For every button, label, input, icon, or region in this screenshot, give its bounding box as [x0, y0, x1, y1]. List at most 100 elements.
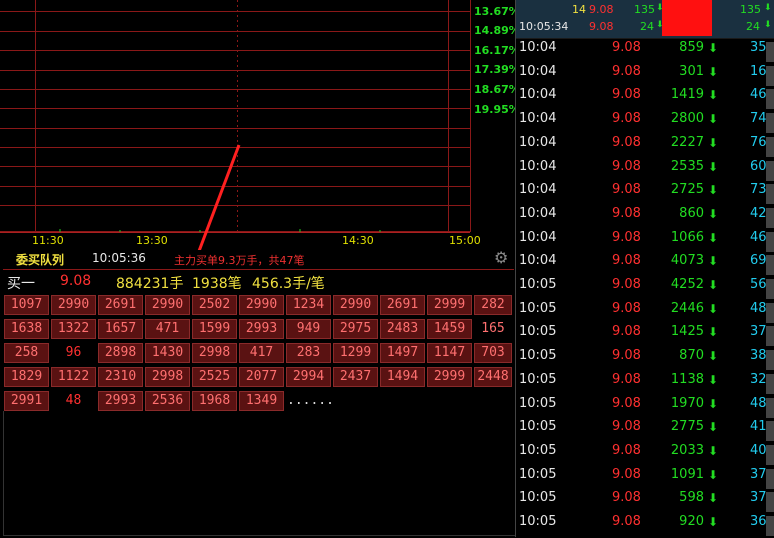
trade-row[interactable]: 10:05 9.08 2446 ⬇ 48: [516, 301, 774, 325]
queue-cell[interactable]: 2999: [427, 295, 472, 315]
divider: [516, 38, 774, 39]
queue-cell[interactable]: 2990: [333, 295, 378, 315]
trade-row[interactable]: 10:04 9.08 859 ⬇ 35: [516, 40, 774, 64]
queue-cell[interactable]: 2691: [98, 295, 143, 315]
queue-cell[interactable]: 2525: [192, 367, 237, 387]
trade-time: 10:04: [519, 63, 557, 79]
bid1-avg: 456.3手/笔: [252, 276, 325, 292]
trade-row[interactable]: 10:05 9.08 920 ⬇ 36: [516, 514, 774, 538]
queue-cell[interactable]: 2990: [51, 295, 96, 315]
queue-cell[interactable]: 1494: [380, 367, 425, 387]
queue-cell[interactable]: 2898: [98, 343, 143, 363]
bid1-label: 买一: [7, 276, 35, 292]
trade-row[interactable]: 10:05 9.08 1091 ⬇ 37: [516, 467, 774, 491]
queue-cell[interactable]: 471: [145, 319, 190, 339]
queue-cell[interactable]: 1968: [192, 391, 237, 411]
down-arrow-icon: ⬇: [708, 372, 719, 387]
down-arrow-icon: ⬇: [708, 301, 719, 316]
trade-row[interactable]: 10:04 9.08 2725 ⬇ 73: [516, 182, 774, 206]
queue-cell[interactable]: 2077: [239, 367, 284, 387]
queue-cell[interactable]: 1497: [380, 343, 425, 363]
queue-cell[interactable]: 1349: [239, 391, 284, 411]
queue-cell[interactable]: 2990: [145, 295, 190, 315]
scroll-edge: [766, 231, 774, 252]
pct-label: 16.17%: [474, 44, 520, 57]
trade-volume: 4073: [670, 253, 704, 269]
trade-row[interactable]: 10:05 9.08 2033 ⬇ 40: [516, 443, 774, 467]
queue-cell[interactable]: 417: [239, 343, 284, 363]
trade-row[interactable]: 10:05 9.08 598 ⬇ 37: [516, 490, 774, 514]
trade-time: 10:05: [519, 490, 557, 506]
trade-row[interactable]: 10:05 9.08 870 ⬇ 38: [516, 348, 774, 372]
queue-cell[interactable]: 283: [286, 343, 331, 363]
queue-cell[interactable]: 48: [51, 391, 96, 411]
queue-cell[interactable]: 2502: [192, 295, 237, 315]
queue-cell[interactable]: 1657: [98, 319, 143, 339]
queue-cell[interactable]: 2975: [333, 319, 378, 339]
queue-cell[interactable]: 1147: [427, 343, 472, 363]
trade-row[interactable]: 10:05 9.08 1970 ⬇ 48: [516, 396, 774, 420]
queue-cell[interactable]: 2994: [286, 367, 331, 387]
queue-cell[interactable]: 1322: [51, 319, 96, 339]
trade-row[interactable]: 10:04 9.08 1419 ⬇ 46: [516, 87, 774, 111]
trade-row[interactable]: 10:04 9.08 2227 ⬇ 76: [516, 135, 774, 159]
queue-cell[interactable]: 2536: [145, 391, 190, 411]
queue-cell[interactable]: 2483: [380, 319, 425, 339]
queue-cell[interactable]: 2310: [98, 367, 143, 387]
queue-cell[interactable]: 1638: [4, 319, 49, 339]
trade-row[interactable]: 10:04 9.08 860 ⬇ 42: [516, 206, 774, 230]
queue-cell[interactable]: 258: [4, 343, 49, 363]
queue-cell[interactable]: 2990: [239, 295, 284, 315]
queue-cell[interactable]: 1299: [333, 343, 378, 363]
gear-icon[interactable]: ⚙: [494, 248, 508, 267]
bid1-count: 1938笔: [192, 276, 242, 292]
queue-cell[interactable]: 1122: [51, 367, 96, 387]
queue-cell[interactable]: 2437: [333, 367, 378, 387]
queue-cell[interactable]: 2993: [239, 319, 284, 339]
queue-cell[interactable]: 2999: [427, 367, 472, 387]
trade-row[interactable]: 10:04 9.08 4073 ⬇ 69: [516, 253, 774, 277]
queue-cell[interactable]: 1430: [145, 343, 190, 363]
trade-row[interactable]: 10:04 9.08 301 ⬇ 16: [516, 64, 774, 88]
queue-cell[interactable]: 165: [474, 319, 512, 339]
queue-cell[interactable]: 2991: [4, 391, 49, 411]
trade-count: 48: [750, 395, 767, 411]
queue-cell[interactable]: 2691: [380, 295, 425, 315]
queue-cell[interactable]: 1459: [427, 319, 472, 339]
trade-count: 32: [750, 371, 767, 387]
queue-cell[interactable]: 703: [474, 343, 512, 363]
trade-row[interactable]: 10:04 9.08 2535 ⬇ 60: [516, 159, 774, 183]
trade-row[interactable]: 10:05 9.08 1138 ⬇ 32: [516, 372, 774, 396]
queue-cell[interactable]: 1599: [192, 319, 237, 339]
trade-price: 9.08: [612, 348, 641, 364]
queue-more[interactable]: ......: [286, 391, 334, 411]
trade-row[interactable]: 10:05 9.08 2775 ⬇ 41: [516, 419, 774, 443]
trade-price: 9.08: [612, 371, 641, 387]
queue-cell[interactable]: 282: [474, 295, 512, 315]
trade-volume: 2033: [670, 442, 704, 458]
queue-cell[interactable]: 1829: [4, 367, 49, 387]
trade-count: 42: [750, 205, 767, 221]
queue-cell[interactable]: 1234: [286, 295, 331, 315]
trade-time: 10:04: [519, 158, 557, 174]
bid1-volume: 884231手: [116, 276, 184, 292]
trade-price: 9.08: [612, 466, 641, 482]
trade-volume: 598: [679, 490, 704, 506]
trade-row[interactable]: 10:05 9.08 1425 ⬇ 37: [516, 324, 774, 348]
queue-cell[interactable]: 2998: [145, 367, 190, 387]
queue-cell[interactable]: 949: [286, 319, 331, 339]
queue-cell[interactable]: 96: [51, 343, 96, 363]
trade-row[interactable]: 10:04 9.08 2800 ⬇ 74: [516, 111, 774, 135]
trade-time: 10:05: [519, 514, 557, 529]
queue-cell[interactable]: 2993: [98, 391, 143, 411]
trade-time: 10:04: [519, 182, 557, 198]
header-time: 10:05:34: [519, 20, 569, 33]
header-right: 135: [740, 3, 761, 16]
queue-cell[interactable]: 2998: [192, 343, 237, 363]
trade-row[interactable]: 10:04 9.08 1066 ⬇ 46: [516, 230, 774, 254]
queue-cell[interactable]: 1097: [4, 295, 49, 315]
trade-row[interactable]: 10:05 9.08 4252 ⬇ 56: [516, 277, 774, 301]
queue-cell[interactable]: 2448: [474, 367, 512, 387]
trade-time: 10:05: [519, 277, 557, 292]
trade-price: 9.08: [612, 277, 641, 292]
